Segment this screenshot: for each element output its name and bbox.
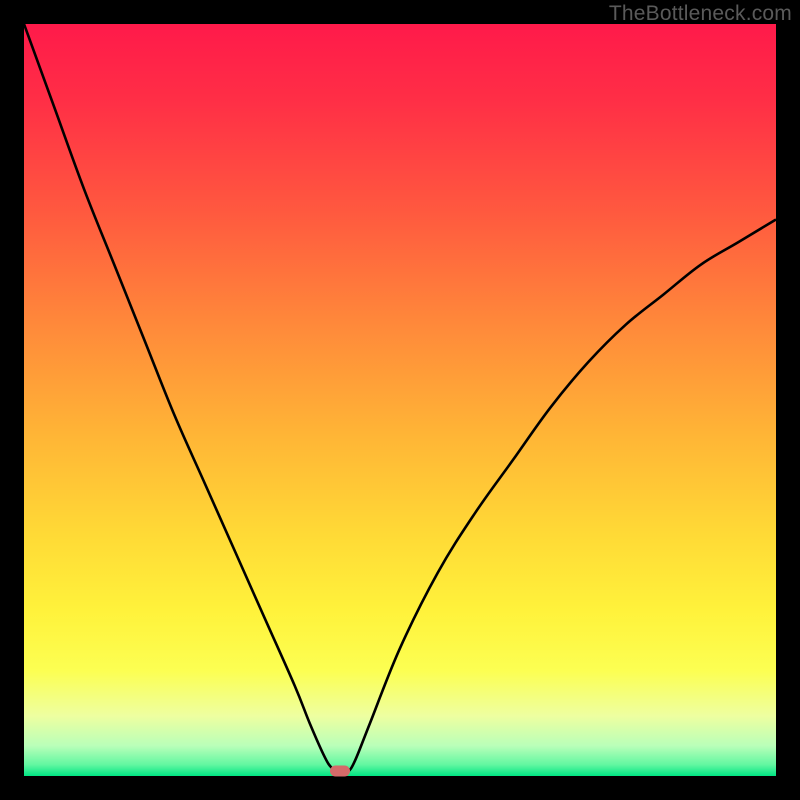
- optimal-point-marker: [330, 765, 350, 776]
- gradient-background: [24, 24, 776, 776]
- chart-svg: [24, 24, 776, 776]
- watermark-text: TheBottleneck.com: [609, 2, 792, 26]
- chart-container: TheBottleneck.com: [0, 0, 800, 800]
- bottleneck-curve: [24, 24, 776, 774]
- plot-area: [24, 24, 776, 776]
